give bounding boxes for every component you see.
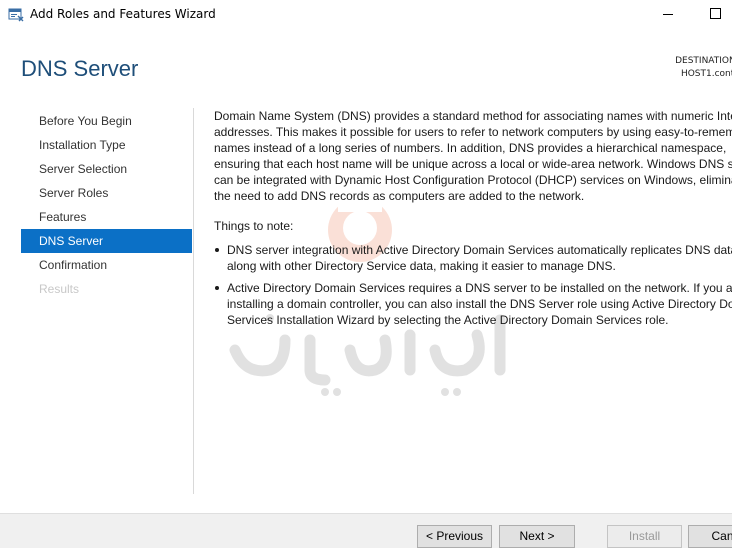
intro-line: can be integrated with Dynamic Host Conf…: [214, 173, 732, 187]
note-line: Active Directory Domain Services require…: [227, 281, 732, 295]
intro-line: the need to add DNS records as computers…: [214, 189, 585, 203]
destination-server-name: HOST1.contoso: [680, 69, 732, 79]
nav-item-server-selection[interactable]: Server Selection: [21, 157, 192, 181]
nav-item-features[interactable]: Features: [21, 205, 192, 229]
intro-line: names instead of a long series of number…: [214, 141, 727, 155]
minimize-button[interactable]: [640, 0, 686, 30]
server-manager-icon: [8, 7, 24, 23]
notes-list: DNS server integration with Active Direc…: [214, 242, 732, 328]
destination-label: DESTINATION SE: [675, 56, 732, 66]
nav-item-confirmation[interactable]: Confirmation: [21, 253, 192, 277]
window-title: Add Roles and Features Wizard: [30, 7, 216, 21]
nav-divider: [193, 108, 194, 494]
note-line: along with other Directory Service data,…: [227, 259, 616, 273]
main-content: Domain Name System (DNS) provides a stan…: [214, 108, 732, 334]
wizard-nav: Before You Begin Installation Type Serve…: [21, 109, 192, 301]
bullet-icon: [215, 286, 219, 290]
bullet-icon: [215, 248, 219, 252]
nav-item-server-roles[interactable]: Server Roles: [21, 181, 192, 205]
note-line: installing a domain controller, you can …: [227, 297, 732, 311]
intro-line: ensuring that each host name will be uni…: [214, 157, 732, 171]
notes-heading: Things to note:: [214, 219, 294, 233]
nav-item-before-you-begin[interactable]: Before You Begin: [21, 109, 192, 133]
note-line: DNS server integration with Active Direc…: [227, 243, 732, 257]
cancel-button[interactable]: Canc: [688, 525, 732, 548]
wizard-footer: < Previous Next > Install Canc: [0, 513, 732, 548]
maximize-button[interactable]: [692, 0, 732, 30]
note-item: Active Directory Domain Services require…: [214, 280, 732, 328]
page-title: DNS Server: [21, 56, 139, 81]
nav-item-results: Results: [39, 282, 80, 296]
note-line: Services Installation Wizard by selectin…: [227, 313, 669, 327]
title-bar: Add Roles and Features Wizard: [0, 0, 732, 30]
intro-line: Domain Name System (DNS) provides a stan…: [214, 109, 732, 123]
previous-button[interactable]: < Previous: [417, 525, 492, 548]
nav-item-dns-server[interactable]: DNS Server: [21, 229, 192, 253]
install-button: Install: [607, 525, 682, 548]
next-button[interactable]: Next >: [499, 525, 575, 548]
destination-server-info: DESTINATION SE HOST1.contoso: [600, 55, 732, 81]
intro-paragraph: Domain Name System (DNS) provides a stan…: [214, 108, 732, 204]
nav-item-installation-type[interactable]: Installation Type: [21, 133, 192, 157]
intro-line: addresses. This makes it possible for us…: [214, 125, 732, 139]
note-item: DNS server integration with Active Direc…: [214, 242, 732, 274]
